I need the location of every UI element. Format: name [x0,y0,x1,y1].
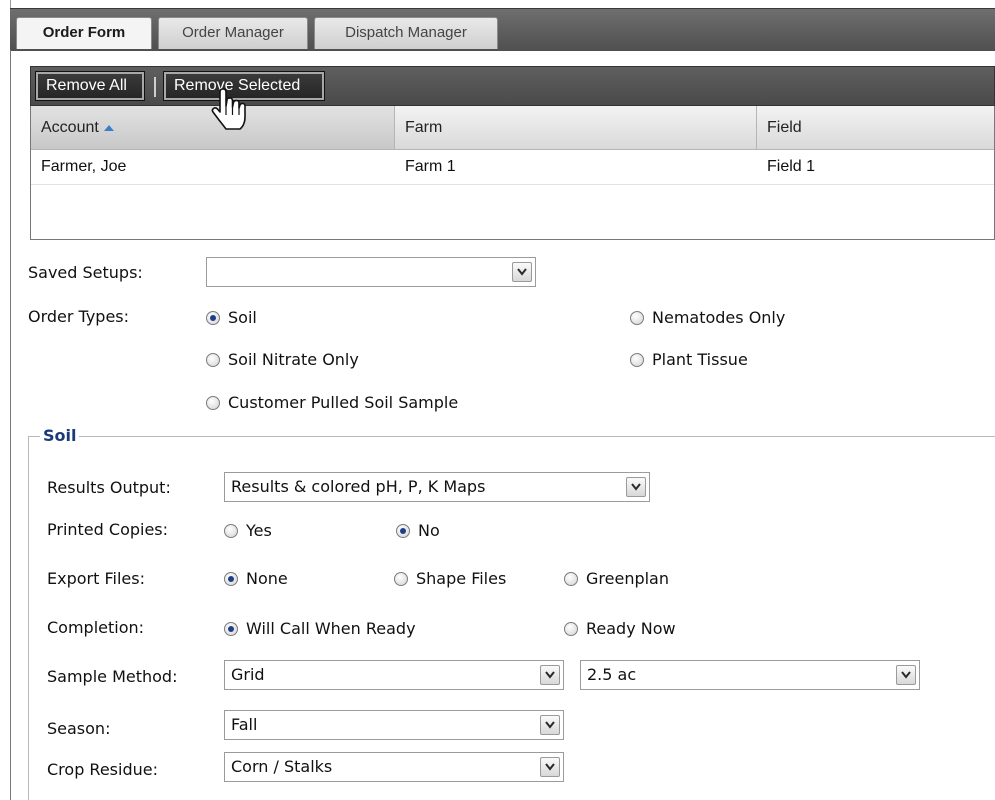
column-header-label: Account [41,119,99,136]
cell-account: Farmer, Joe [41,158,127,175]
radio-unchecked-icon [564,572,578,586]
column-header-label: Farm [405,119,443,136]
grid-toolbar: Remove All Remove Selected [30,66,995,106]
season-select[interactable]: Fall [224,710,564,740]
export-files-label: Export Files: [47,569,145,588]
tab-order-manager[interactable]: Order Manager [158,17,308,49]
season-value: Fall [231,715,258,734]
results-output-value: Results & colored pH, P, K Maps [231,477,486,496]
printed-copies-label: Printed Copies: [47,520,169,539]
column-header-label: Field [767,119,802,136]
export-greenplan-radio[interactable]: Greenplan [564,567,669,591]
order-type-customer-pulled-radio[interactable]: Customer Pulled Soil Sample [206,391,458,415]
radio-label: None [246,569,288,588]
radio-label: Customer Pulled Soil Sample [228,393,459,412]
sort-ascending-icon [103,124,114,131]
radio-unchecked-icon [206,396,220,410]
radio-unchecked-icon [564,622,578,636]
chevron-down-icon[interactable] [896,665,916,685]
radio-label: Will Call When Ready [246,619,416,638]
hand-pointer-icon [210,88,250,136]
cell-farm: Farm 1 [405,158,456,175]
radio-label: Nematodes Only [652,308,786,327]
results-output-label: Results Output: [47,478,171,497]
printed-copies-yes-radio[interactable]: Yes [224,519,272,543]
radio-checked-icon [396,524,410,538]
column-header-field[interactable]: Field [757,106,994,150]
cell-field: Field 1 [767,158,816,175]
order-type-soil-radio[interactable]: Soil [206,306,257,330]
sample-method-select[interactable]: Grid [224,660,564,690]
tab-dispatch-manager[interactable]: Dispatch Manager [314,17,498,49]
crop-residue-select[interactable]: Corn / Stalks [224,752,564,782]
export-none-radio[interactable]: None [224,567,288,591]
crop-residue-label: Crop Residue: [47,760,158,779]
printed-copies-no-radio[interactable]: No [396,519,440,543]
radio-label: Greenplan [586,569,669,588]
radio-unchecked-icon [224,524,238,538]
toolbar-separator [154,77,156,97]
radio-label: Shape Files [416,569,507,588]
radio-checked-icon [206,311,220,325]
order-types-label: Order Types: [28,307,130,326]
tab-strip: Order Form Order Manager Dispatch Manage… [10,8,995,51]
radio-label: Soil Nitrate Only [228,350,359,369]
completion-will-call-radio[interactable]: Will Call When Ready [224,617,416,641]
radio-label: Plant Tissue [652,350,748,369]
order-type-nematodes-radio[interactable]: Nematodes Only [630,306,785,330]
saved-setups-label: Saved Setups: [28,263,143,282]
grid-size-value: 2.5 ac [587,665,637,684]
radio-label: Soil [228,308,257,327]
remove-all-button[interactable]: Remove All [35,71,145,101]
export-shape-files-radio[interactable]: Shape Files [394,567,506,591]
table-row[interactable]: Farmer, Joe Farm 1 Field 1 [31,150,994,185]
radio-unchecked-icon [630,311,644,325]
chevron-down-icon[interactable] [540,665,560,685]
chevron-down-icon[interactable] [512,262,532,282]
radio-unchecked-icon [206,353,220,367]
completion-label: Completion: [47,618,145,637]
radio-unchecked-icon [394,572,408,586]
soil-legend: Soil [40,426,80,445]
completion-ready-now-radio[interactable]: Ready Now [564,617,676,641]
season-label: Season: [47,719,111,738]
radio-checked-icon [224,622,238,636]
radio-label: No [418,521,440,540]
sample-method-value: Grid [231,665,265,684]
radio-unchecked-icon [630,353,644,367]
radio-label: Yes [246,521,272,540]
tab-order-form[interactable]: Order Form [16,17,152,49]
chevron-down-icon[interactable] [626,477,646,497]
column-header-farm[interactable]: Farm [395,106,757,150]
chevron-down-icon[interactable] [540,757,560,777]
grid-size-select[interactable]: 2.5 ac [580,660,920,690]
sample-method-label: Sample Method: [47,667,178,686]
chevron-down-icon[interactable] [540,715,560,735]
radio-label: Ready Now [586,619,676,638]
order-type-soil-nitrate-radio[interactable]: Soil Nitrate Only [206,348,359,372]
results-output-select[interactable]: Results & colored pH, P, K Maps [224,472,650,502]
crop-residue-value: Corn / Stalks [231,757,333,776]
order-type-plant-tissue-radio[interactable]: Plant Tissue [630,348,748,372]
radio-checked-icon [224,572,238,586]
account-grid: Account Farm Field Farmer, Joe Farm 1 Fi… [30,106,995,240]
saved-setups-select[interactable] [206,257,536,287]
